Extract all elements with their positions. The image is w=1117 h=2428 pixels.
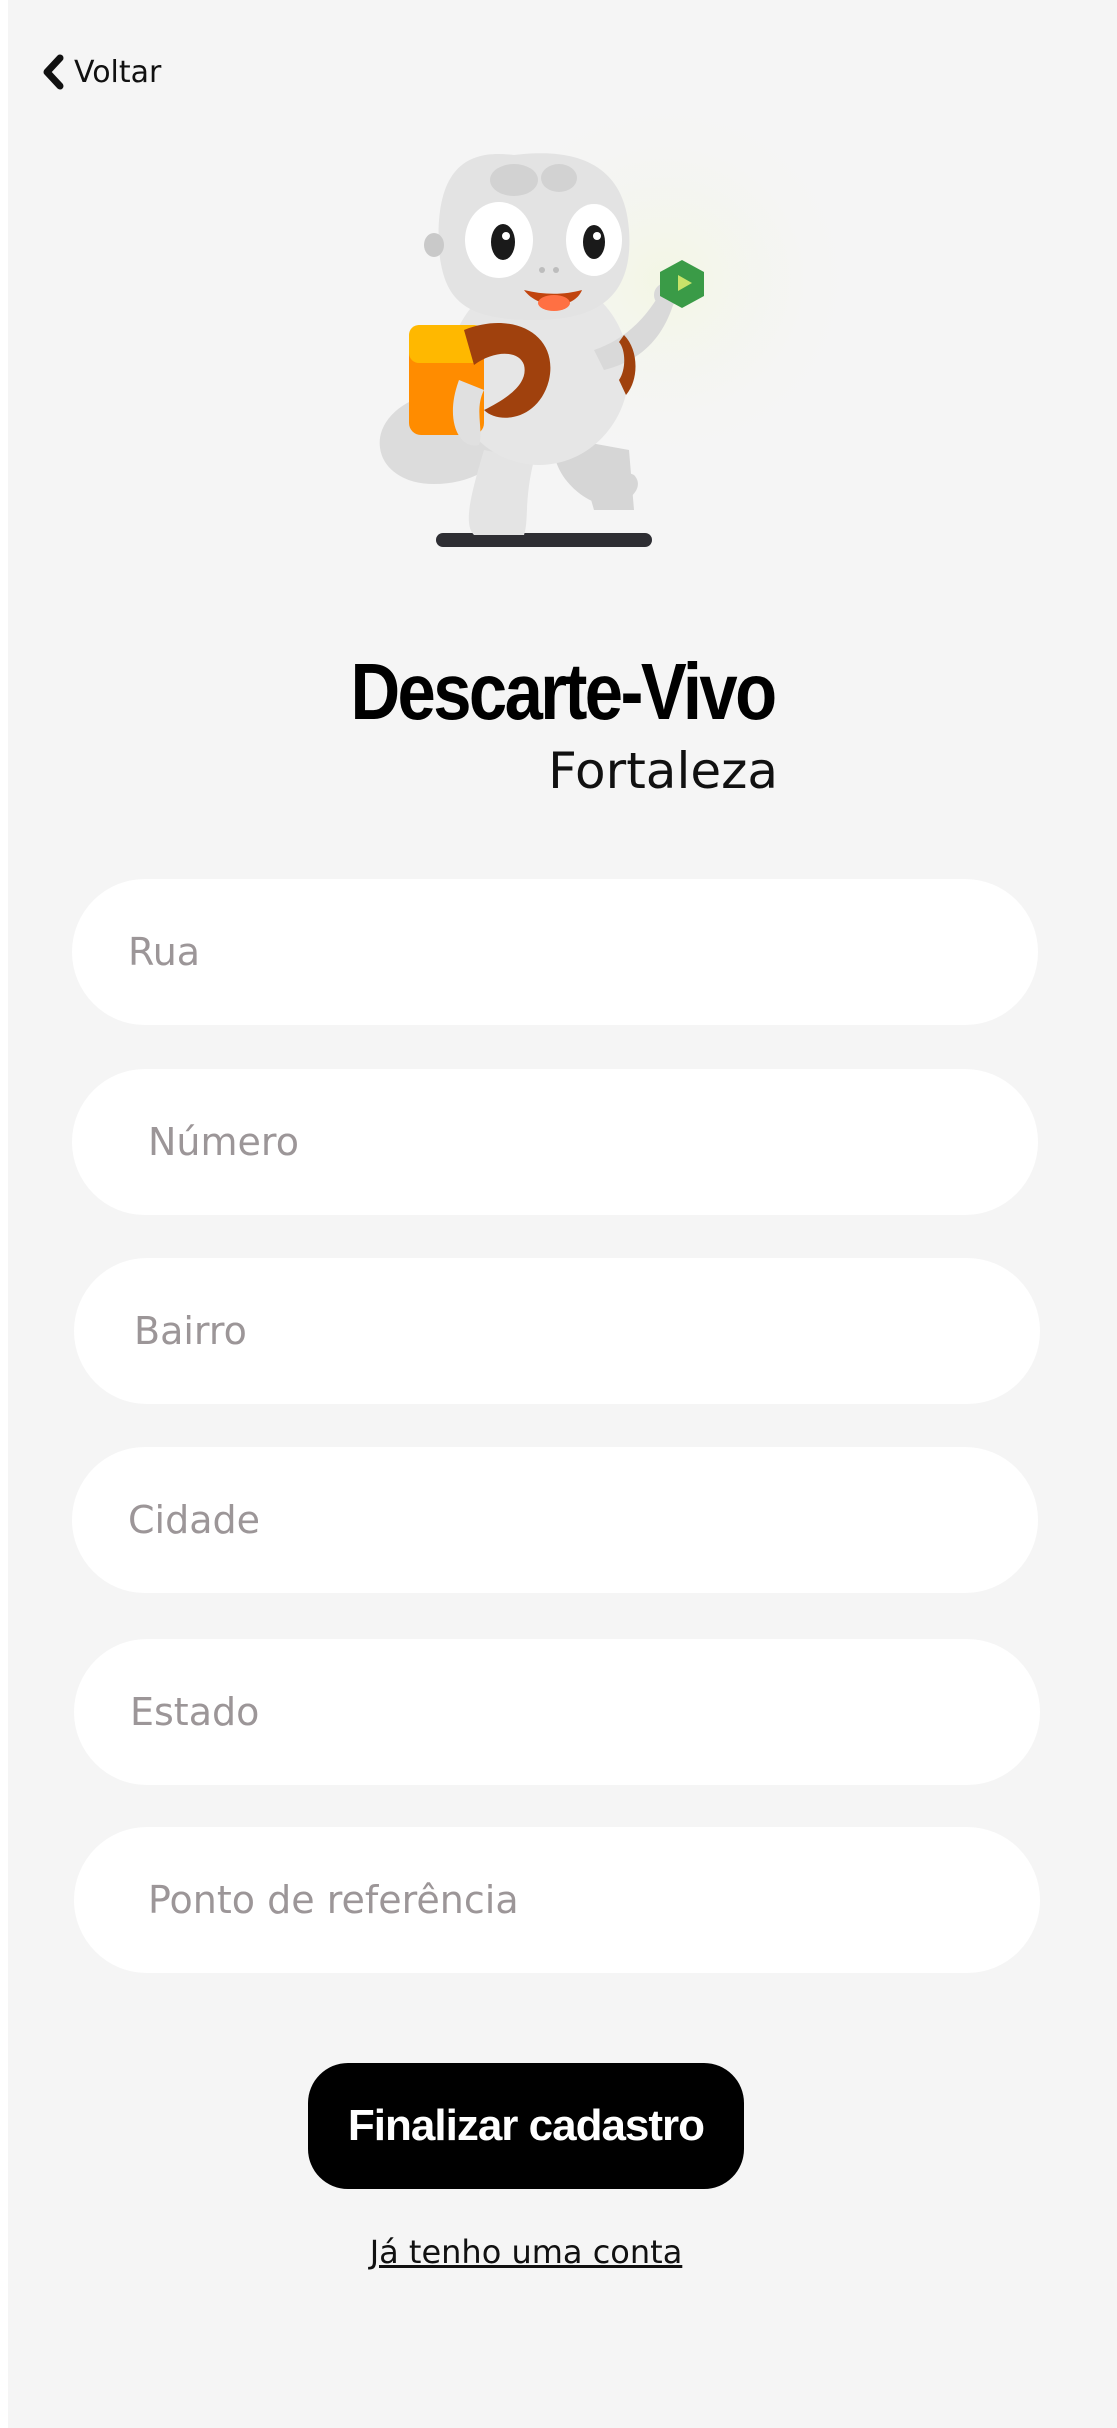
chevron-left-icon	[40, 54, 68, 90]
city-input[interactable]	[72, 1447, 1038, 1593]
signup-address-screen: Voltar Descarte-Vivo Fortaleza Rua Númer…	[8, 0, 1117, 2428]
back-button[interactable]: Voltar	[40, 50, 161, 94]
app-title: Descarte-Vivo	[350, 647, 777, 736]
have-account-link[interactable]: Já tenho uma conta	[8, 2233, 1044, 2271]
neighborhood-input[interactable]	[74, 1258, 1040, 1404]
state-input[interactable]	[74, 1639, 1040, 1785]
street-input[interactable]	[72, 879, 1038, 1025]
back-label: Voltar	[74, 54, 162, 90]
frog-mascot-illustration	[379, 90, 864, 547]
number-input[interactable]	[72, 1069, 1038, 1215]
finish-signup-button[interactable]: Finalizar cadastro	[308, 2063, 744, 2189]
app-subtitle: Fortaleza	[548, 742, 778, 800]
reference-point-input[interactable]	[74, 1827, 1040, 1973]
